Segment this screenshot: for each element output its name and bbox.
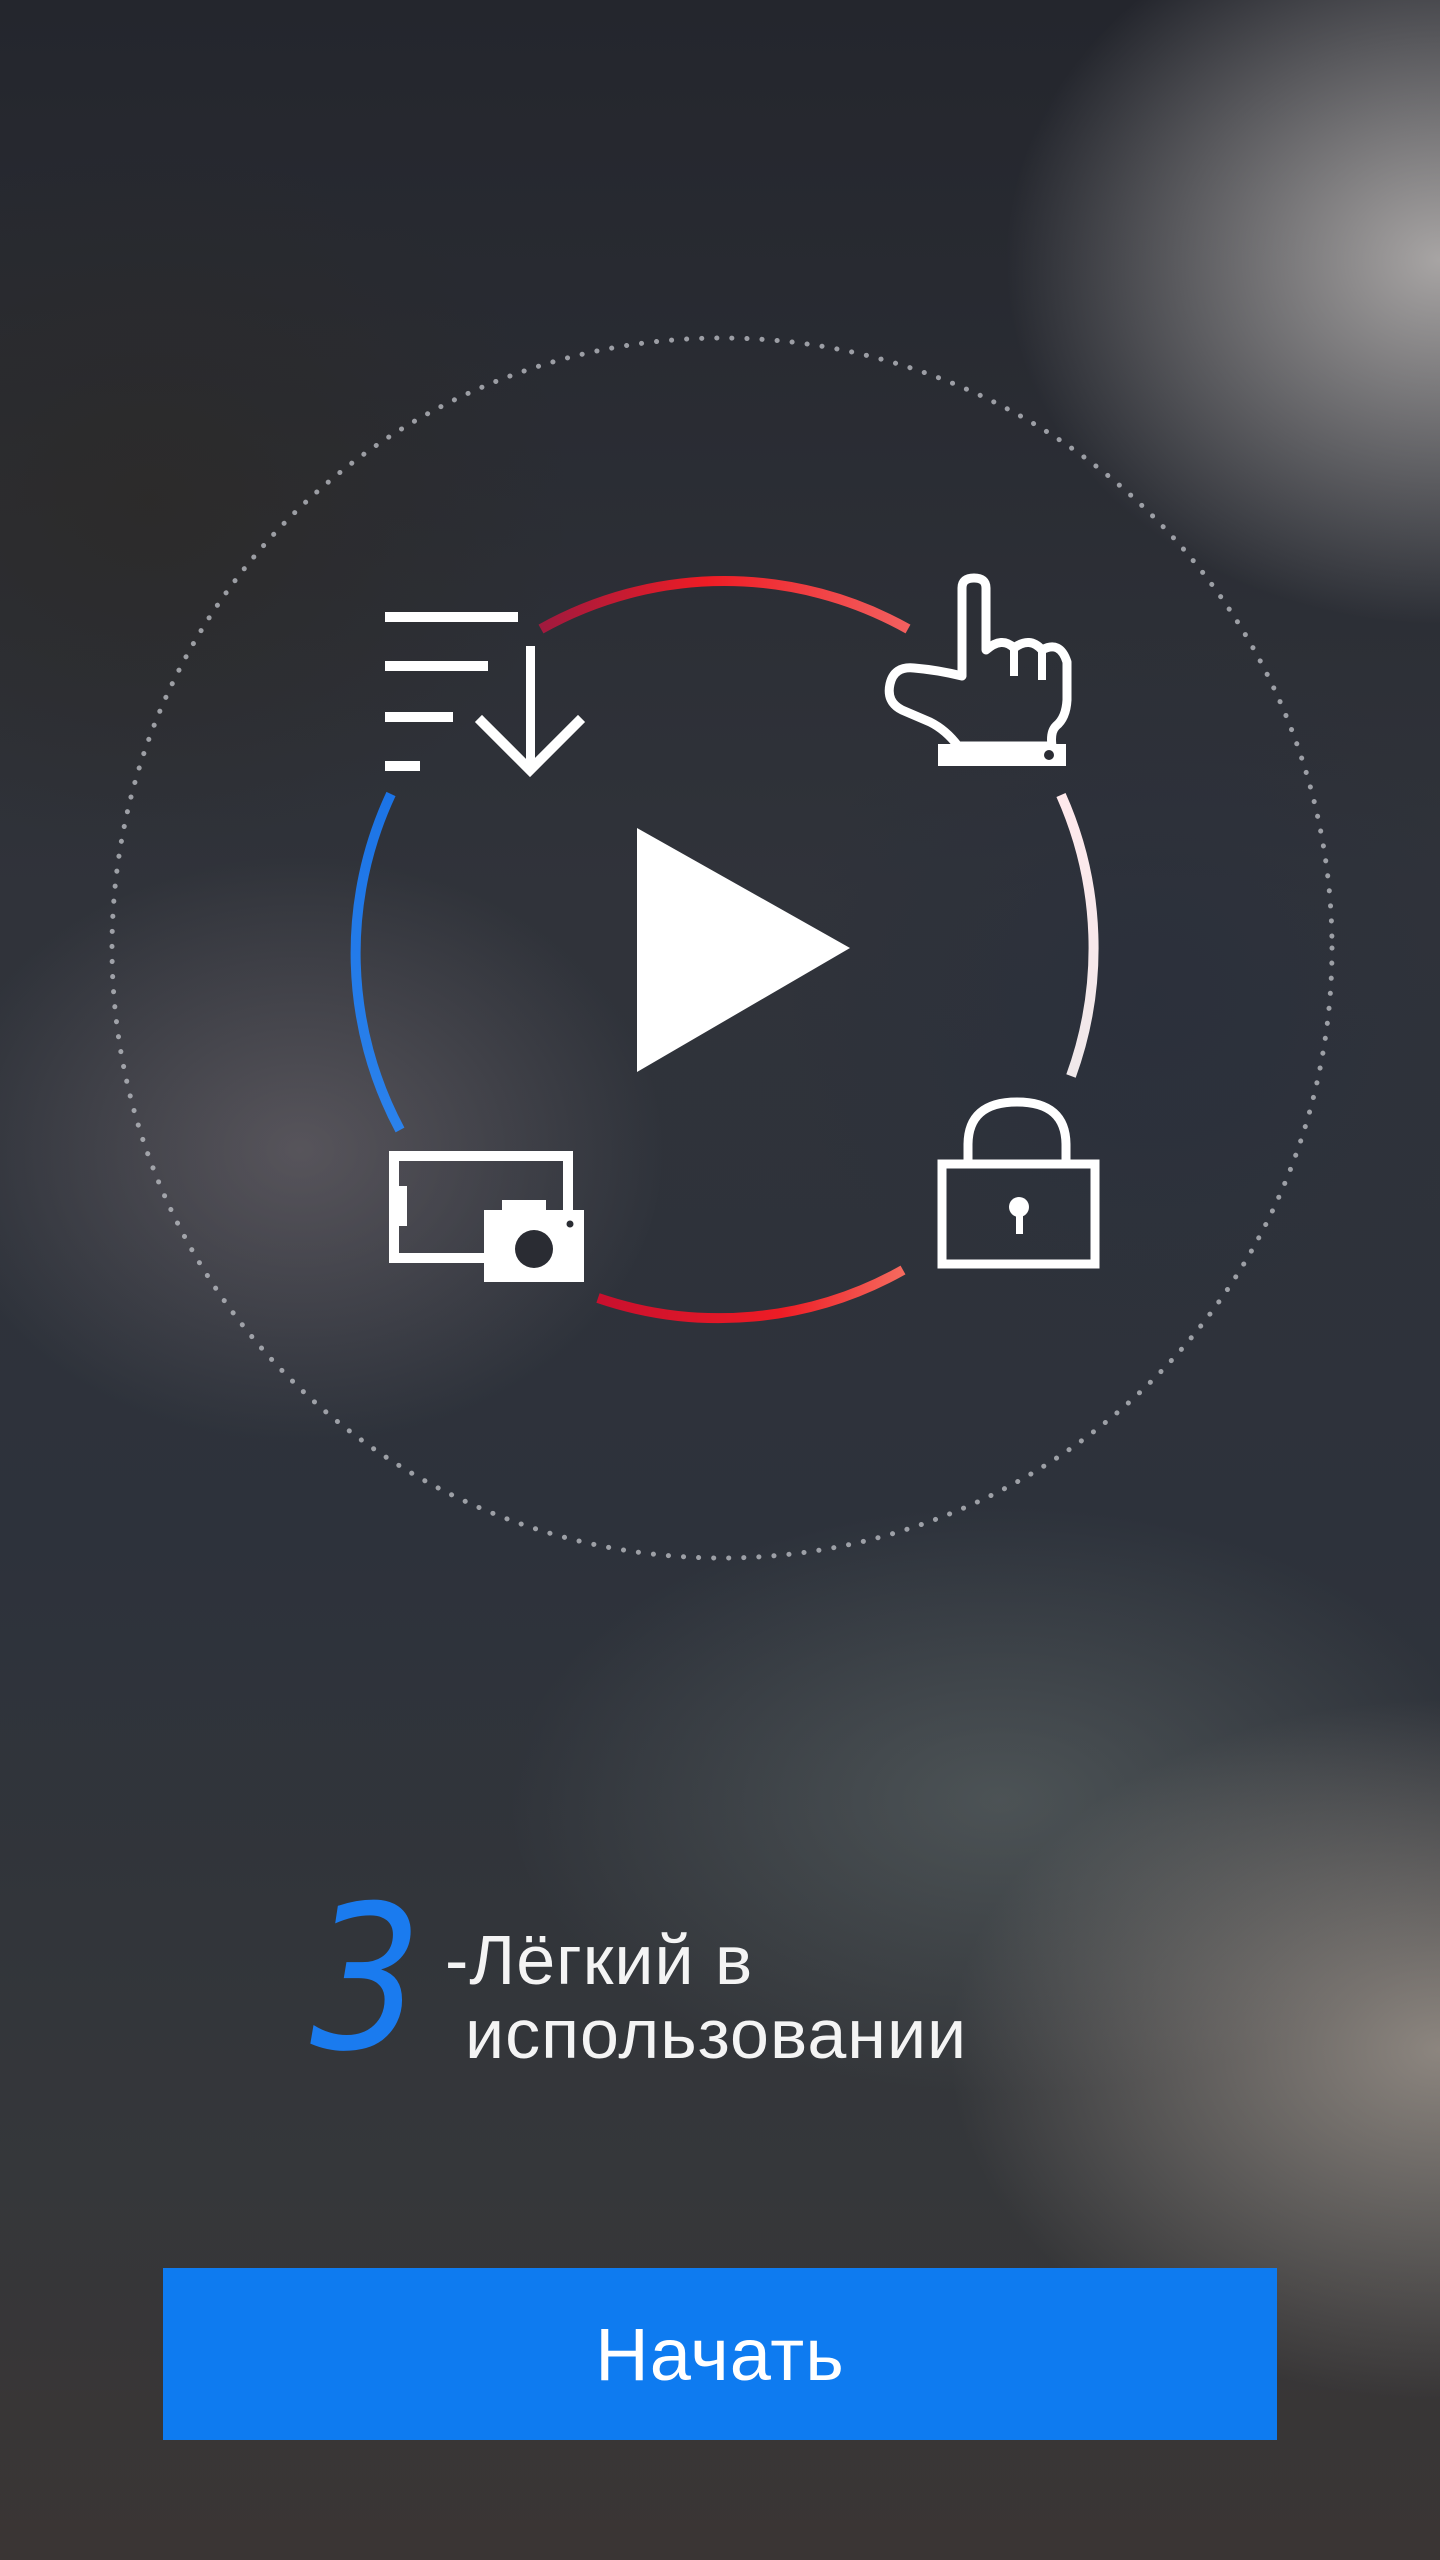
- lock-icon: [937, 1097, 1100, 1269]
- screenshot-camera-icon: [389, 1151, 584, 1282]
- play-icon[interactable]: [637, 828, 850, 1072]
- download-list-icon: [385, 612, 586, 778]
- arc-left: [350, 791, 405, 1133]
- step-title-line2: использовании: [465, 1995, 968, 2073]
- tap-gesture-icon: [884, 573, 1072, 766]
- feature-illustration: [0, 0, 1440, 1600]
- start-button[interactable]: Начать: [163, 2268, 1277, 2440]
- step-number: 3: [310, 1863, 422, 2096]
- arc-bottom: [596, 1265, 906, 1324]
- step-caption: 3 -Лёгкий в использовании: [310, 1880, 1210, 2090]
- arc-right: [1056, 792, 1099, 1078]
- arc-top: [538, 576, 911, 634]
- step-title-line1: -Лёгкий в: [445, 1921, 754, 1999]
